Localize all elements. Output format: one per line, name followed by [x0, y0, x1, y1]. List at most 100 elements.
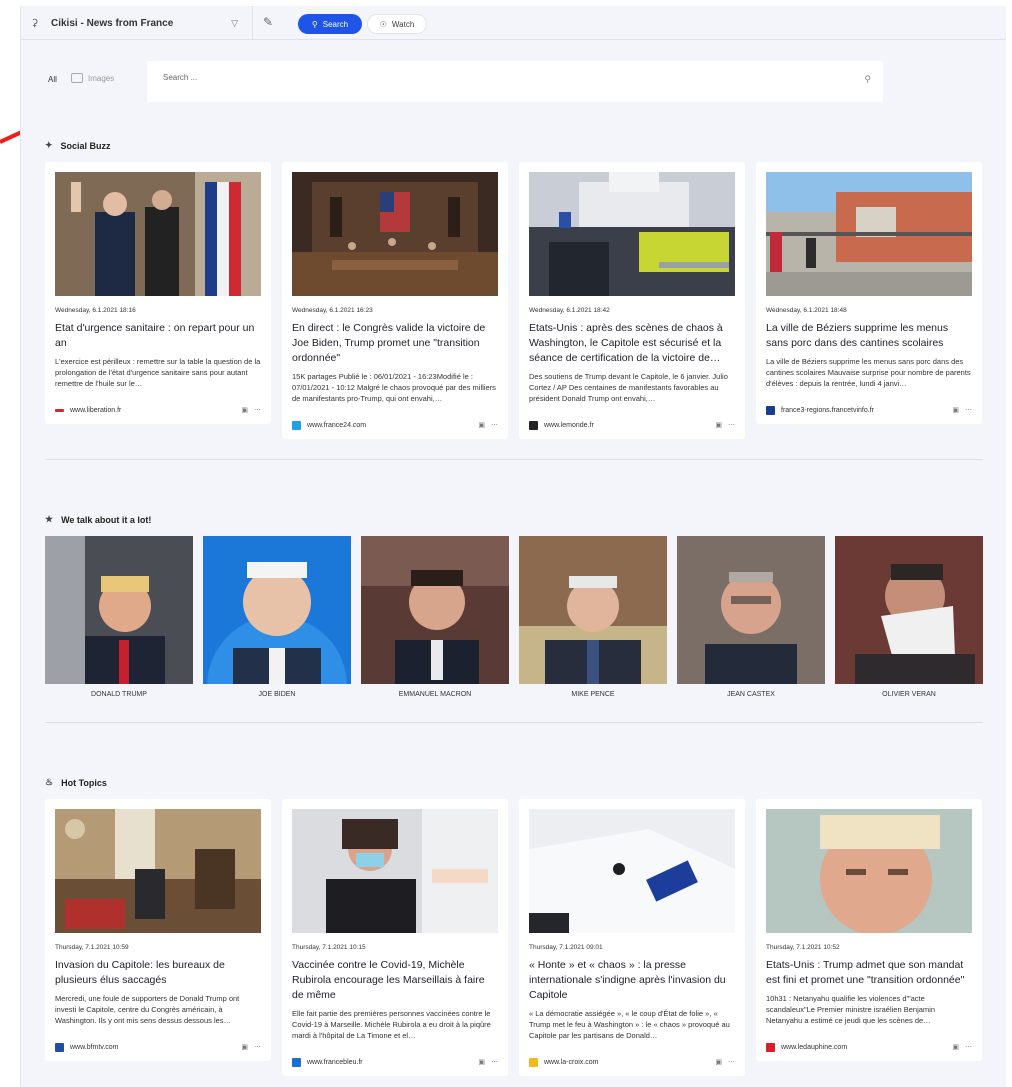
article-image	[766, 809, 972, 933]
search-input[interactable]	[163, 73, 843, 82]
article-source[interactable]: www.liberation.fr	[70, 407, 241, 414]
article-title[interactable]: La ville de Béziers supprime les menus s…	[766, 321, 972, 351]
section-title-we-talk: ★ We talk about it a lot!	[45, 514, 151, 525]
more-icon[interactable]: ⋯	[491, 421, 498, 429]
person-name: EMMANUEL MACRON	[398, 691, 472, 698]
page: ⚳ Cikisi - News from France ▽ ✎ ⚲ Search…	[0, 0, 1012, 1087]
more-icon[interactable]: ⋯	[728, 421, 735, 429]
tab-watch[interactable]: ☉ Watch	[367, 14, 427, 34]
workspace-selector[interactable]: ⚳ Cikisi - News from France ▽	[31, 6, 253, 40]
article-title[interactable]: Invasion du Capitole: les bureaux de plu…	[55, 958, 261, 988]
person-photo	[361, 536, 509, 684]
chevron-down-icon: ▽	[231, 17, 238, 28]
news-card[interactable]: Wednesday, 6.1.2021 16:23 En direct : le…	[282, 162, 508, 439]
bookmark-icon[interactable]: ▣	[478, 1058, 485, 1066]
source-logo-icon	[766, 1042, 775, 1052]
person-card[interactable]: EMMANUEL MACRON	[361, 536, 509, 698]
person-card[interactable]: DONALD TRUMP	[45, 536, 193, 698]
person-photo	[45, 536, 193, 684]
article-excerpt: Des soutiens de Trump devant le Capitole…	[529, 372, 728, 403]
bookmark-icon[interactable]: ▣	[952, 406, 959, 414]
news-card[interactable]: Wednesday, 6.1.2021 18:42 Etats-Unis : a…	[519, 162, 745, 439]
filter-images-label: Images	[88, 73, 115, 83]
article-footer: www.france24.com ▣ ⋯	[292, 419, 498, 431]
news-card[interactable]: Thursday, 7.1.2021 10:52 Etats-Unis : Tr…	[756, 799, 982, 1061]
article-footer: www.la-croix.com ▣ ⋯	[529, 1056, 735, 1068]
article-source[interactable]: www.lemonde.fr	[544, 422, 715, 429]
article-source[interactable]: www.francebleu.fr	[307, 1059, 478, 1066]
social-buzz-cards: Wednesday, 6.1.2021 18:16 Etat d'urgence…	[45, 162, 985, 439]
news-card[interactable]: Wednesday, 6.1.2021 18:48 La ville de Bé…	[756, 162, 982, 424]
article-date: Thursday, 7.1.2021 10:15	[292, 944, 366, 951]
news-card[interactable]: Thursday, 7.1.2021 09:01 « Honte » et « …	[519, 799, 745, 1076]
section-divider	[45, 459, 983, 460]
flame-icon: ♨	[45, 777, 54, 787]
news-card[interactable]: Thursday, 7.1.2021 10:15 Vaccinée contre…	[282, 799, 508, 1076]
more-icon[interactable]: ⋯	[254, 1043, 261, 1051]
person-card[interactable]: JOE BIDEN	[203, 536, 351, 698]
section-title-label: Hot Topics	[61, 777, 107, 788]
bookmark-icon[interactable]: ▣	[241, 406, 248, 414]
card-actions: ▣ ⋯	[241, 1043, 261, 1051]
article-title[interactable]: En direct : le Congrès valide la victoir…	[292, 321, 498, 366]
article-footer: www.ledauphine.com ▣ ⋯	[766, 1041, 972, 1053]
more-icon[interactable]: ⋯	[491, 1058, 498, 1066]
card-actions: ▣ ⋯	[952, 406, 972, 414]
article-title[interactable]: « Honte » et « chaos » : la presse inter…	[529, 958, 735, 1003]
source-logo-icon	[766, 405, 775, 415]
app-window: ⚳ Cikisi - News from France ▽ ✎ ⚲ Search…	[20, 6, 1006, 1087]
tab-watch-label: Watch	[391, 19, 415, 29]
bookmark-icon[interactable]: ▣	[715, 421, 722, 429]
article-date: Wednesday, 6.1.2021 18:42	[529, 307, 610, 314]
filter-all[interactable]: All	[48, 75, 57, 84]
more-icon[interactable]: ⋯	[728, 1058, 735, 1066]
person-card[interactable]: OLIVIER VERAN	[835, 536, 983, 698]
news-card[interactable]: Thursday, 7.1.2021 10:59 Invasion du Cap…	[45, 799, 271, 1061]
article-footer: france3-regions.francetvinfo.fr ▣ ⋯	[766, 404, 972, 416]
card-actions: ▣ ⋯	[715, 1058, 735, 1066]
article-source[interactable]: www.bfmtv.com	[70, 1044, 241, 1051]
section-divider	[45, 722, 983, 723]
article-image	[55, 172, 261, 296]
more-icon[interactable]: ⋯	[965, 1043, 972, 1051]
card-actions: ▣ ⋯	[478, 1058, 498, 1066]
search-submit-icon[interactable]: ⚲	[864, 74, 871, 85]
article-source[interactable]: www.france24.com	[307, 422, 478, 429]
edit-icon[interactable]: ✎	[263, 15, 273, 29]
bookmark-icon[interactable]: ▣	[952, 1043, 959, 1051]
card-actions: ▣ ⋯	[478, 421, 498, 429]
news-card[interactable]: Wednesday, 6.1.2021 18:16 Etat d'urgence…	[45, 162, 271, 424]
image-icon	[71, 73, 83, 83]
article-title[interactable]: Etats-Unis : Trump admet que son mandat …	[766, 958, 972, 988]
article-source[interactable]: www.la-croix.com	[544, 1059, 715, 1066]
article-title[interactable]: Etats-Unis : après des scènes de chaos à…	[529, 321, 735, 366]
more-icon[interactable]: ⋯	[965, 406, 972, 414]
person-card[interactable]: JEAN CASTEX	[677, 536, 825, 698]
source-logo-icon	[55, 1042, 64, 1052]
article-footer: www.liberation.fr ▣ ⋯	[55, 404, 261, 416]
person-photo	[677, 536, 825, 684]
bookmark-icon[interactable]: ▣	[478, 421, 485, 429]
article-date: Thursday, 7.1.2021 10:59	[55, 944, 129, 951]
article-excerpt: « La démocratie assiégée », « le coup d'…	[529, 1009, 730, 1040]
article-image	[292, 172, 498, 296]
person-card[interactable]: MIKE PENCE	[519, 536, 667, 698]
article-source[interactable]: france3-regions.francetvinfo.fr	[781, 407, 952, 414]
article-footer: www.francebleu.fr ▣ ⋯	[292, 1056, 498, 1068]
bookmark-icon[interactable]: ▣	[715, 1058, 722, 1066]
section-title-label: We talk about it a lot!	[61, 514, 152, 525]
bookmark-icon[interactable]: ▣	[241, 1043, 248, 1051]
article-date: Wednesday, 6.1.2021 16:23	[292, 307, 373, 314]
hot-topics-cards: Thursday, 7.1.2021 10:59 Invasion du Cap…	[45, 799, 985, 1076]
filter-images[interactable]: Images	[71, 73, 114, 83]
source-logo-icon	[529, 420, 538, 430]
article-title[interactable]: Vaccinée contre le Covid-19, Michèle Rub…	[292, 958, 498, 1003]
article-title[interactable]: Etat d'urgence sanitaire : on repart pou…	[55, 321, 261, 351]
person-name: OLIVIER VERAN	[882, 691, 936, 698]
more-icon[interactable]: ⋯	[254, 406, 261, 414]
article-date: Thursday, 7.1.2021 10:52	[766, 944, 840, 951]
article-source[interactable]: www.ledauphine.com	[781, 1044, 952, 1051]
article-image	[55, 809, 261, 933]
megaphone-icon: ✦	[45, 140, 53, 150]
tab-search[interactable]: ⚲ Search	[298, 14, 362, 34]
